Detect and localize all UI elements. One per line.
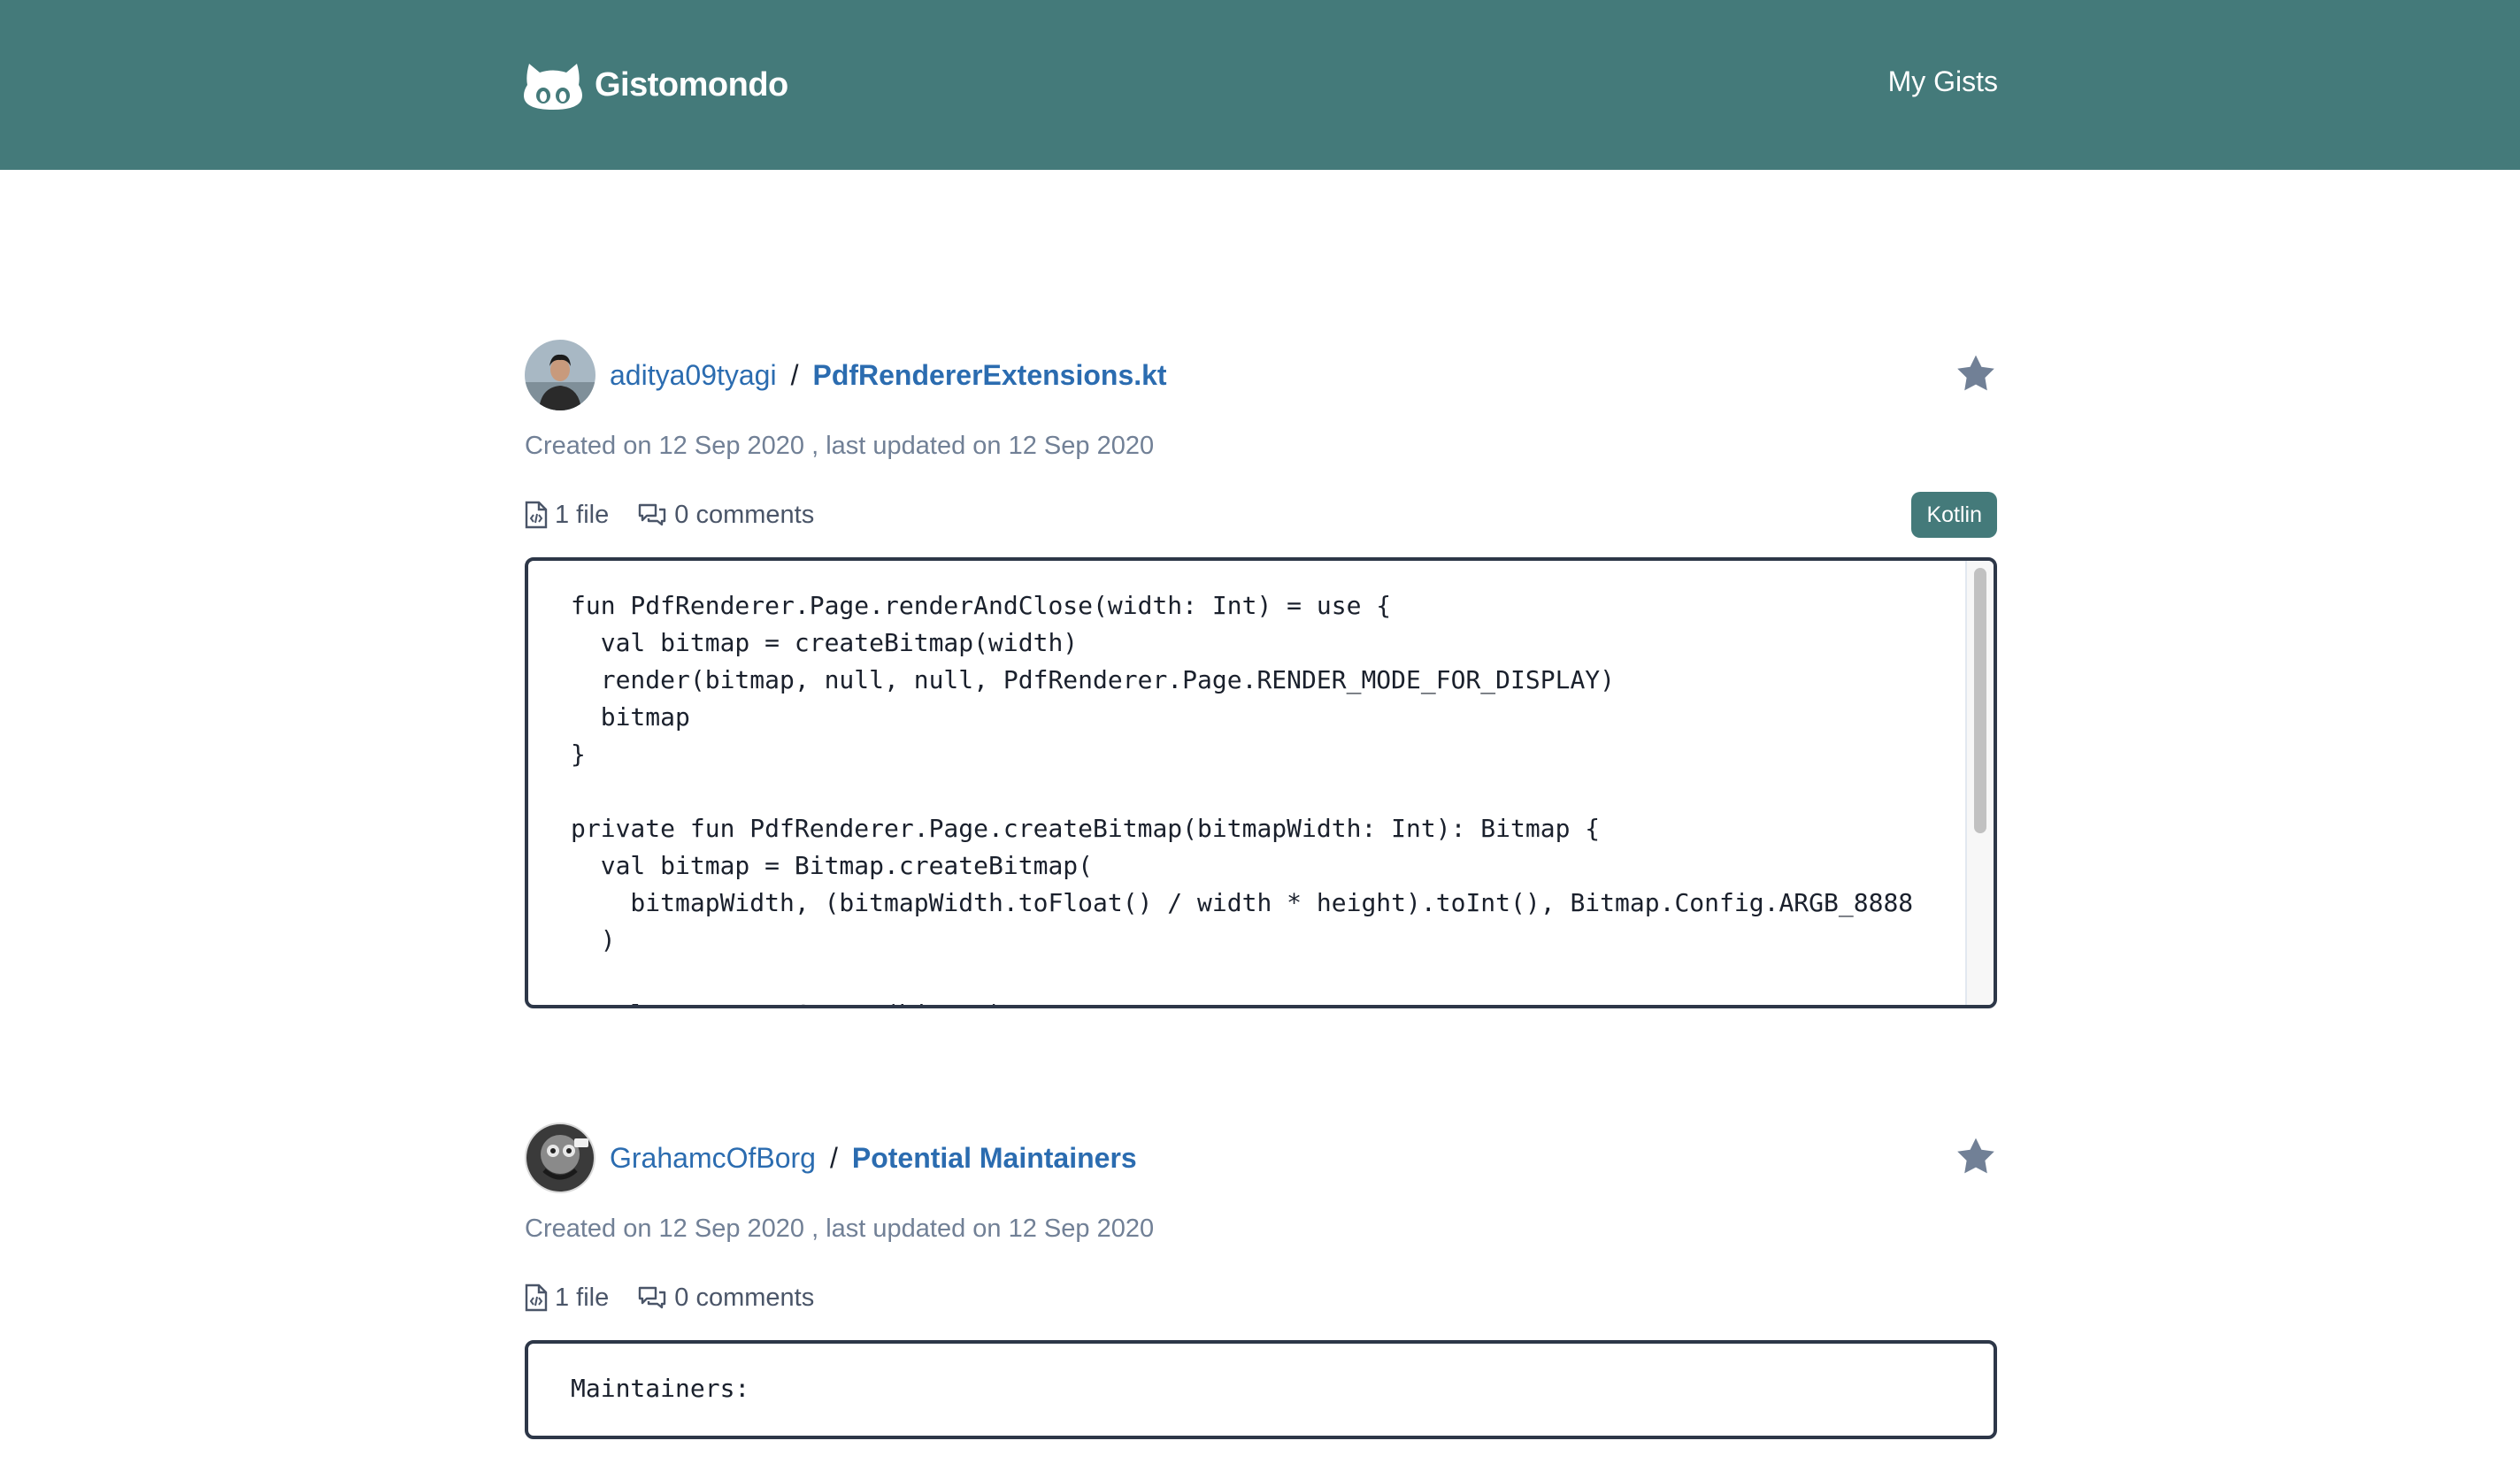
date-separator: , <box>811 432 819 460</box>
scrollbar-thumb[interactable] <box>1974 568 1986 833</box>
comment-count-label: 0 comments <box>674 1283 815 1312</box>
file-code-icon <box>525 501 555 529</box>
gist-meta-row: 1 file 0 comments <box>525 1275 1997 1321</box>
comments-icon <box>637 1284 674 1311</box>
code-scrollbar[interactable] <box>1965 561 1994 1005</box>
code-content: Maintainers: <box>571 1374 750 1403</box>
gist-name-link[interactable]: Potential Maintainers <box>852 1142 1137 1175</box>
my-gists-link[interactable]: My Gists <box>1888 65 1998 98</box>
gist-title-row: GrahamcOfBorg / Potential Maintainers <box>525 1121 1997 1195</box>
gist-card: aditya09tyagi / PdfRendererExtensions.kt… <box>525 338 1997 1008</box>
gist-card: GrahamcOfBorg / Potential Maintainers Cr… <box>525 1121 1997 1439</box>
file-count: 1 file <box>525 1284 609 1313</box>
title-separator: / <box>829 1141 838 1174</box>
comment-count: 0 comments <box>637 501 814 530</box>
comment-count-label: 0 comments <box>674 500 815 529</box>
top-nav-bar: Gistomondo My Gists <box>0 0 2520 170</box>
gist-meta-row: 1 file 0 comments Kotlin <box>525 492 1997 538</box>
gist-owner-link[interactable]: aditya09tyagi <box>610 359 777 392</box>
avatar[interactable] <box>525 340 595 410</box>
code-content: fun PdfRenderer.Page.renderAndClose(widt… <box>571 591 1914 1005</box>
code-preview[interactable]: fun PdfRenderer.Page.renderAndClose(widt… <box>525 557 1997 1008</box>
created-date: Created on 12 Sep 2020 <box>525 432 805 460</box>
gist-owner-link[interactable]: GrahamcOfBorg <box>610 1142 816 1175</box>
title-separator: / <box>790 358 799 391</box>
gist-dates: Created on 12 Sep 2020 , last updated on… <box>525 1211 1997 1246</box>
updated-date: last updated on 12 Sep 2020 <box>826 432 1155 460</box>
comment-count: 0 comments <box>637 1284 814 1313</box>
comments-icon <box>637 502 674 528</box>
gist-title-row: aditya09tyagi / PdfRendererExtensions.kt <box>525 338 1997 412</box>
created-date: Created on 12 Sep 2020 <box>525 1215 805 1243</box>
avatar[interactable] <box>525 1123 595 1193</box>
file-count-label: 1 file <box>555 500 610 529</box>
code-preview[interactable]: Maintainers: <box>525 1340 1997 1439</box>
date-separator: , <box>811 1215 819 1243</box>
star-icon[interactable] <box>1955 352 1997 395</box>
gist-name-link[interactable]: PdfRendererExtensions.kt <box>812 359 1166 392</box>
file-count: 1 file <box>525 501 609 530</box>
octocat-icon <box>524 60 582 110</box>
file-count-label: 1 file <box>555 1283 610 1312</box>
language-badge: Kotlin <box>1911 492 1997 538</box>
updated-date: last updated on 12 Sep 2020 <box>826 1215 1155 1243</box>
star-icon[interactable] <box>1955 1135 1997 1177</box>
gist-dates: Created on 12 Sep 2020 , last updated on… <box>525 428 1997 464</box>
file-code-icon <box>525 1284 555 1312</box>
app-name: Gistomondo <box>595 65 788 103</box>
home-logo-link[interactable]: Gistomondo <box>524 60 788 110</box>
